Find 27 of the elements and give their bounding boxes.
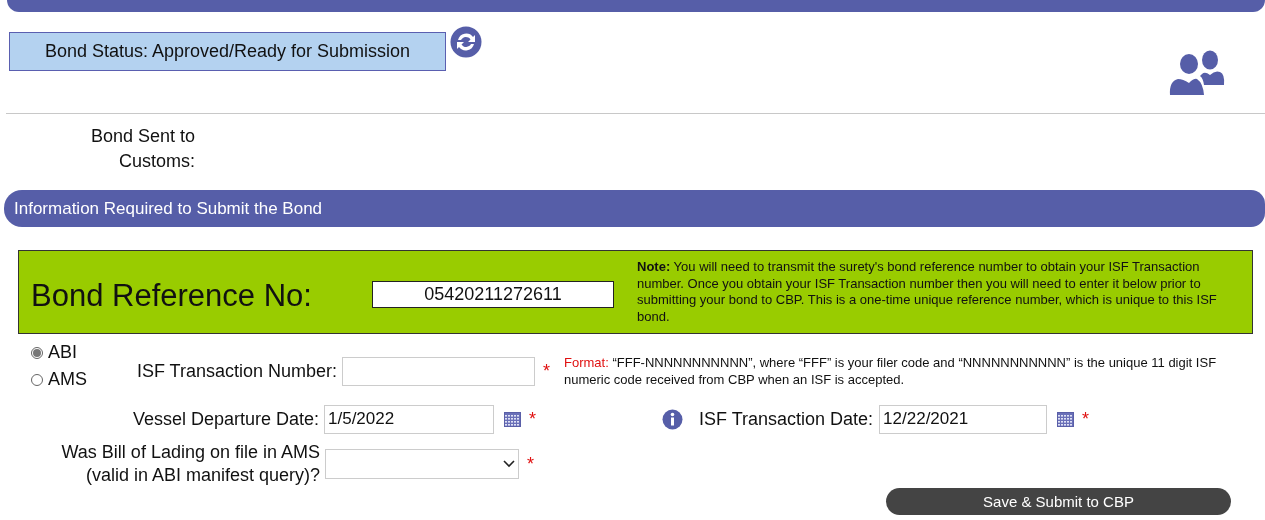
field-label: ISF Transaction Number: <box>135 360 338 382</box>
refresh-icon[interactable] <box>450 26 482 58</box>
field-label: Was Bill of Lading on file in AMS (valid in ABI manifest query)? <box>60 441 321 487</box>
required-mark: * <box>1082 410 1090 428</box>
chevron-down-icon <box>503 460 515 468</box>
field-label: Vessel Departure Date: <box>131 408 320 430</box>
radio-option[interactable]: ABI <box>31 342 110 363</box>
bond-sent-label: Bond Sent to Customs: <box>89 125 195 173</box>
note-text: Note: You will need to transmit the surety's bond reference number to obtain your ISF Transaction number. Once you obtain your ISF Transaction number then you will need to enter it below prior to submitting your bond to CBP. This is a one-time unique reference number, which is unique to this ISF bond. <box>637 259 1218 325</box>
calendar-icon[interactable] <box>1057 411 1075 427</box>
info-icon[interactable] <box>662 408 683 430</box>
section-header: Information Required to Submit the Bond <box>4 190 1265 227</box>
dropdown-field[interactable] <box>325 449 519 479</box>
required-mark: * <box>527 455 534 473</box>
calendar-icon[interactable] <box>504 411 521 427</box>
radio-option[interactable]: AMS <box>31 369 110 390</box>
reference-label: Bond Reference No: <box>31 278 313 314</box>
format-hint: Format: “FFF-NNNNNNNNNNN”, where “FFF” is your filer code and “NNNNNNNNNNN” is the unique 11 digit ISF numeric code received from CBP when an ISF is accepted. <box>564 354 1218 388</box>
save-submit-button[interactable]: Save & Submit to CBP <box>886 488 1231 515</box>
bond-status-banner: Bond Status: Approved/Ready for Submission <box>9 32 446 71</box>
isf-number-field[interactable] <box>342 356 535 386</box>
required-mark: * <box>543 362 550 380</box>
date-field[interactable]: 12/22/2021 <box>879 404 1048 434</box>
field-label: ISF Transaction Date: <box>699 408 875 430</box>
date-field[interactable]: 1/5/2022 <box>324 404 494 434</box>
required-mark: * <box>529 410 536 428</box>
reference-number-field: 05420211272611 <box>372 281 614 308</box>
